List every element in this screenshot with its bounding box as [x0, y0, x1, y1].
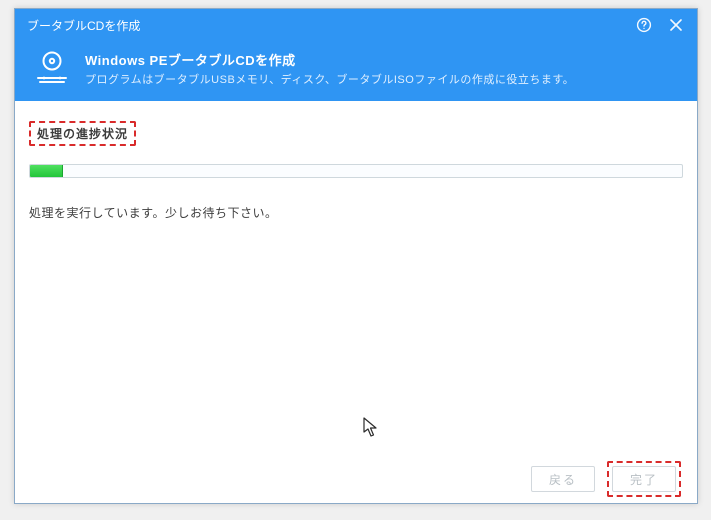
- highlight-section-title: 処理の進捗状況: [29, 121, 136, 146]
- status-text: 処理を実行しています。少しお待ち下さい。: [29, 204, 683, 221]
- close-icon[interactable]: [667, 16, 685, 34]
- back-button[interactable]: 戻る: [531, 466, 595, 492]
- dialog-body: 処理の進捗状況 処理を実行しています。少しお待ち下さい。 戻る 完了: [15, 101, 697, 503]
- header-title: Windows PEブータブルCDを作成: [85, 50, 574, 69]
- mouse-cursor-icon: [363, 417, 379, 439]
- finish-button-label: 完了: [630, 471, 658, 488]
- header-text: Windows PEブータブルCDを作成 プログラムはブータブルUSBメモリ、デ…: [85, 50, 574, 87]
- title-left: ブータブルCDを作成: [27, 17, 140, 34]
- highlight-finish-button: 完了: [607, 461, 681, 497]
- disc-icon: [33, 49, 71, 87]
- dialog-footer: 戻る 完了: [15, 455, 697, 503]
- help-icon[interactable]: [635, 16, 653, 34]
- titlebar-controls: [635, 16, 685, 34]
- finish-button[interactable]: 完了: [612, 466, 676, 492]
- progress-bar: [29, 164, 683, 178]
- back-button-label: 戻る: [549, 471, 577, 488]
- progress-bar-fill: [30, 165, 63, 177]
- window-title: ブータブルCDを作成: [27, 17, 140, 34]
- progress-section-title: 処理の進捗状況: [31, 123, 134, 144]
- header-banner: Windows PEブータブルCDを作成 プログラムはブータブルUSBメモリ、デ…: [15, 41, 697, 101]
- header-subtitle: プログラムはブータブルUSBメモリ、ディスク、ブータブルISOファイルの作成に役…: [85, 71, 574, 87]
- titlebar: ブータブルCDを作成: [15, 9, 697, 41]
- dialog-window: ブータブルCDを作成: [14, 8, 698, 504]
